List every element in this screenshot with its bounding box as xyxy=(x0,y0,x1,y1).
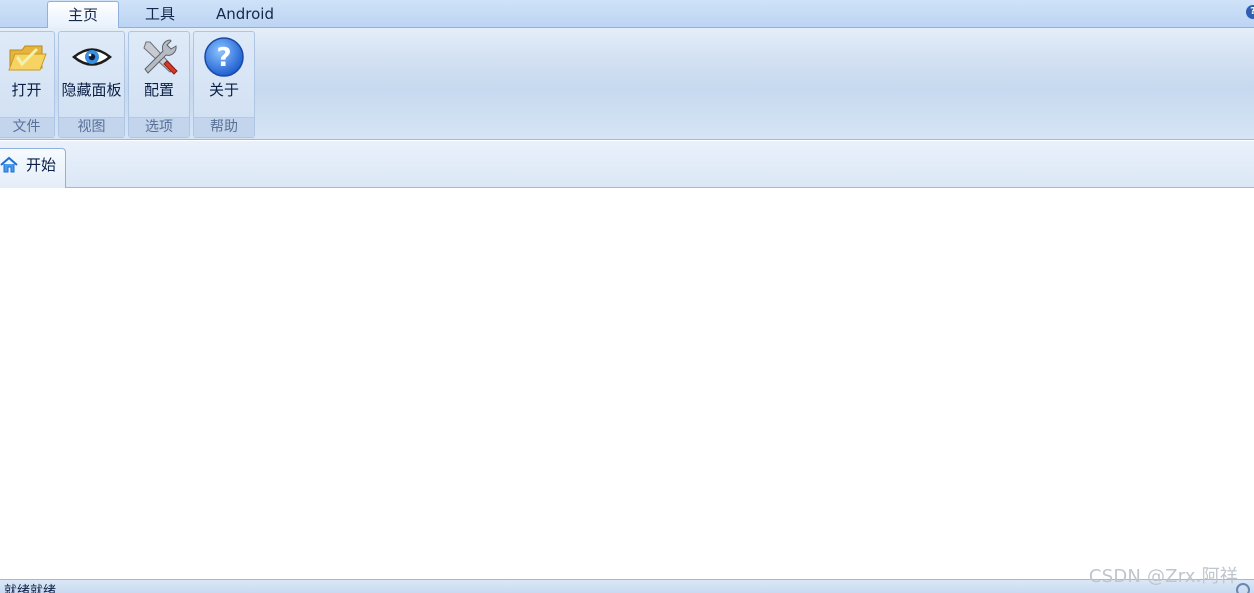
group-title-options: 选项 xyxy=(129,117,189,137)
config-button[interactable]: 配置 xyxy=(129,32,189,118)
hide-panel-button-label: 隐藏面板 xyxy=(61,81,122,99)
config-button-label: 配置 xyxy=(143,81,174,99)
ribbon-group-file: 打开 文件 xyxy=(0,31,55,138)
help-corner-icon[interactable]: ? xyxy=(1246,5,1254,19)
ribbon-tab-android[interactable]: Android xyxy=(204,1,286,29)
main-content-area[interactable] xyxy=(0,188,1254,579)
group-title-help: 帮助 xyxy=(194,117,254,137)
ribbon-group-help: ? 关于 帮助 xyxy=(193,31,255,138)
watermark: CSDN @Zrx.阿祥 xyxy=(1088,566,1238,587)
about-button[interactable]: ? 关于 xyxy=(194,32,254,118)
status-bar: 就绪就绪 xyxy=(0,579,1254,593)
ribbon-group-options: 配置 选项 xyxy=(128,31,190,138)
open-button-label: 打开 xyxy=(11,81,42,99)
group-title-file: 文件 xyxy=(0,117,54,137)
status-text: 就绪就绪 xyxy=(4,584,57,593)
ribbon-group-view: 隐藏面板 视图 xyxy=(58,31,125,138)
doc-tab-start[interactable]: 开始 xyxy=(0,148,66,188)
doc-tab-start-label: 开始 xyxy=(26,156,57,174)
document-tab-bar: 开始 xyxy=(0,141,1254,188)
svg-text:?: ? xyxy=(216,43,231,73)
folder-open-icon xyxy=(7,45,47,71)
ribbon-tab-tools[interactable]: 工具 xyxy=(128,1,192,29)
ribbon-tab-strip: 主页 工具 Android ? xyxy=(0,0,1254,29)
ribbon-panel: 打开 文件 隐藏面板 视图 配置 选项 ? 关于 帮助 xyxy=(0,28,1254,140)
hide-panel-button[interactable]: 隐藏面板 xyxy=(59,32,124,118)
ribbon-tab-home[interactable]: 主页 xyxy=(47,1,119,29)
about-button-label: 关于 xyxy=(208,81,239,99)
group-title-view: 视图 xyxy=(59,117,124,137)
status-indicator-icon xyxy=(1236,583,1250,593)
eye-icon xyxy=(71,48,112,66)
open-button[interactable]: 打开 xyxy=(0,32,54,118)
tools-icon xyxy=(143,39,178,75)
home-icon xyxy=(0,156,18,173)
help-icon: ? xyxy=(204,37,244,77)
